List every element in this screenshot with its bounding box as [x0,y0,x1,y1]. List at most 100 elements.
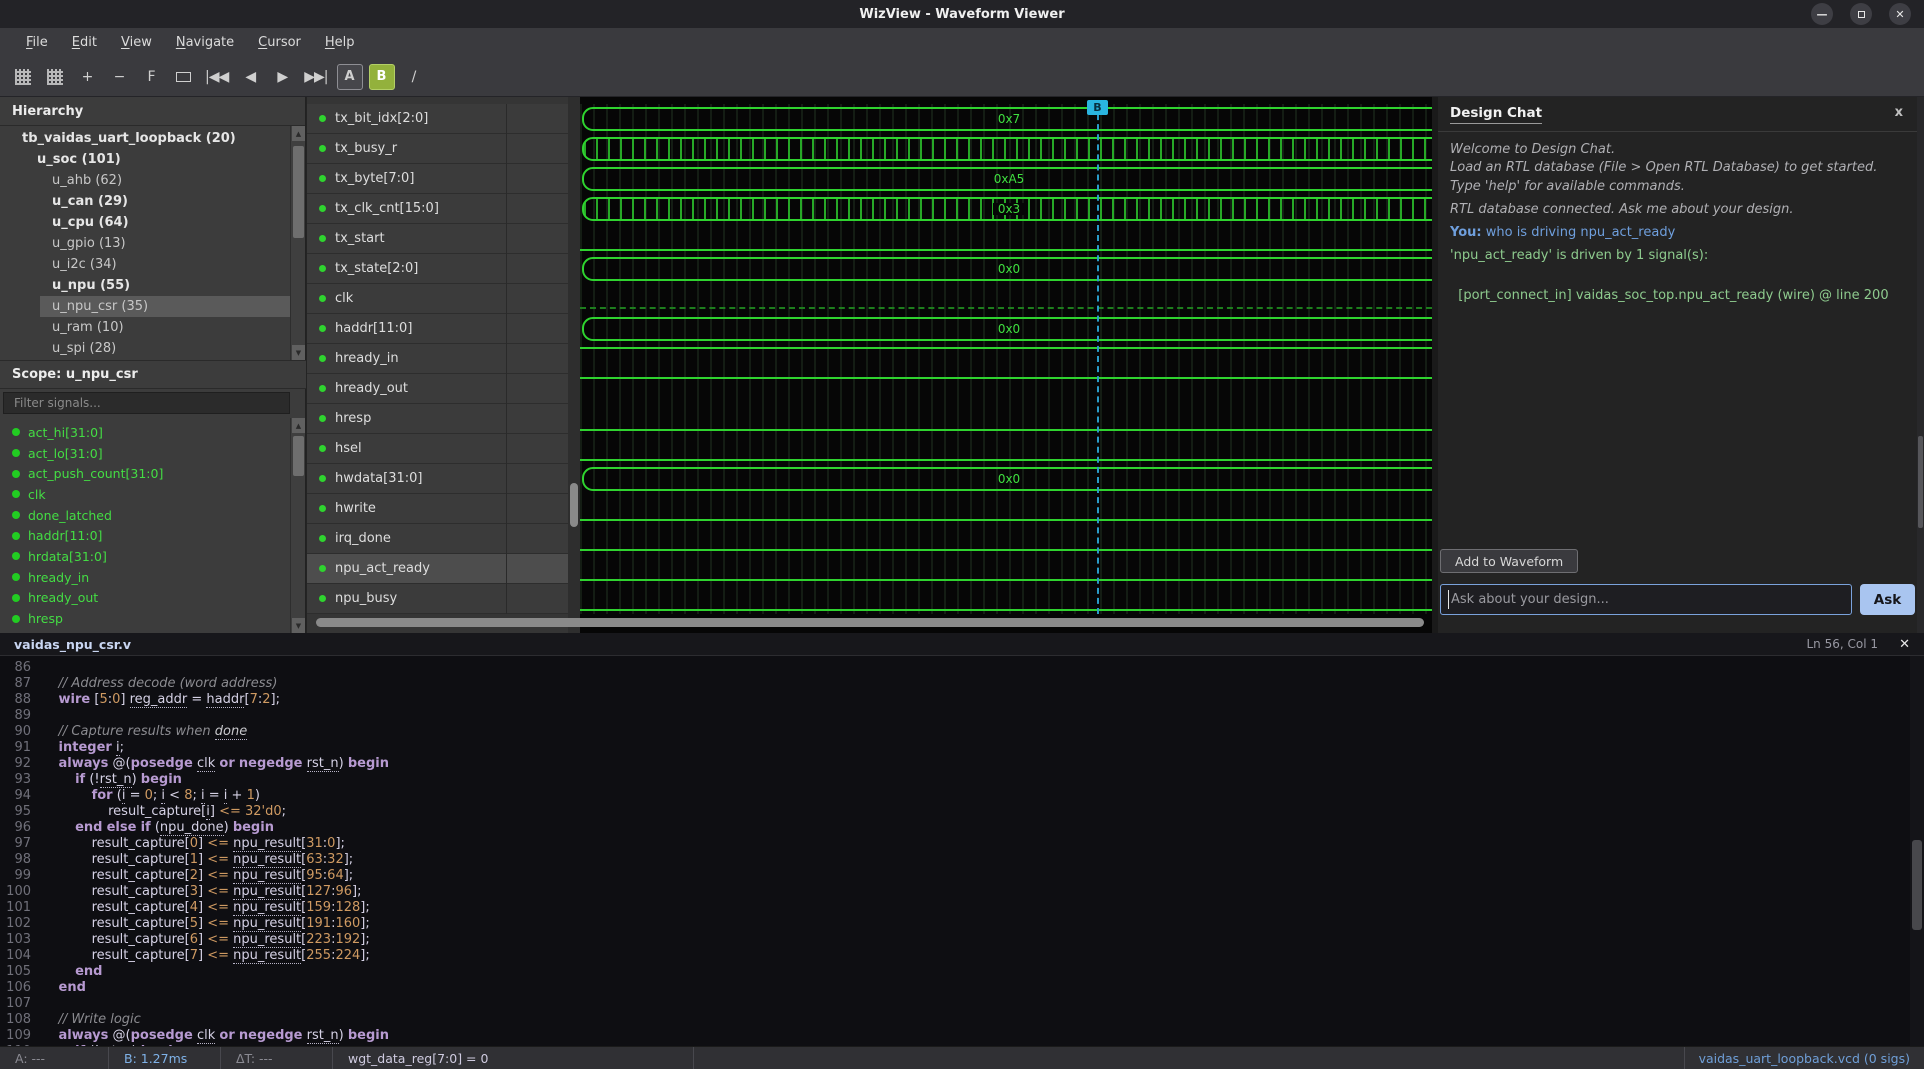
tree-item-u_soc[interactable]: u_soc (101) [0,149,290,170]
zoom-out-icon[interactable]: − [106,64,132,90]
next-edge-icon[interactable]: ▶ [269,64,295,90]
wave-name-row-hresp[interactable]: hresp [307,404,569,434]
wave-name-row-tx_byte[interactable]: tx_byte[7:0] [307,164,569,194]
wave-row-hsel[interactable] [580,434,1432,464]
wave-name-row-clk[interactable]: clk [307,284,569,314]
signal-item-act_push_count[interactable]: act_push_count[31:0] [0,463,290,484]
signal-item-act_lo[interactable]: act_lo[31:0] [0,443,290,464]
wave-row-tx_clk_cnt[interactable]: 0x3 [580,194,1432,224]
wave-row-tx_byte[interactable]: 0xA5 [580,164,1432,194]
zoom-in-icon[interactable]: + [74,64,100,90]
signal-item-hrdata[interactable]: hrdata[31:0] [0,546,290,567]
tree-item-u_can[interactable]: u_can (29) [0,191,290,212]
cursor-b-marker[interactable]: B [1087,100,1108,115]
signal-item-clk[interactable]: clk [0,484,290,505]
filter-signals-input[interactable] [3,392,290,414]
marker-a-button[interactable]: A [337,64,363,90]
slash-icon[interactable]: / [401,64,427,90]
hierarchy-scrollbar[interactable]: ▲ ▼ [290,126,305,360]
scrollbar-thumb[interactable] [570,483,578,527]
marker-b-button[interactable]: B [369,64,395,90]
minimize-button[interactable]: — [1811,3,1833,25]
prev-edge-icon[interactable]: ◀ [237,64,263,90]
cursor-b-line[interactable] [1097,104,1099,614]
editor-scrollbar[interactable] [1910,656,1924,1046]
signal-item-hready_in[interactable]: hready_in [0,567,290,588]
scroll-up-icon[interactable]: ▲ [292,126,305,141]
signal-item-done_latched[interactable]: done_latched [0,505,290,526]
chat-input[interactable] [1440,584,1852,615]
wave-row-hready_in[interactable] [580,344,1432,374]
wave-row-irq_done[interactable] [580,524,1432,554]
jump-end-icon[interactable]: ▶▶| [301,64,330,90]
menu-file[interactable]: File [14,31,60,54]
wave-name-row-tx_state[interactable]: tx_state[2:0] [307,254,569,284]
tree-item-u_cpu[interactable]: u_cpu (64) [0,212,290,233]
menu-navigate[interactable]: Navigate [164,31,246,54]
scrollbar-thumb[interactable] [293,146,304,238]
wave-name-row-hwrite[interactable]: hwrite [307,494,569,524]
wave-name-row-haddr[interactable]: haddr[11:0] [307,314,569,344]
wave-name-row-tx_bit_idx[interactable]: tx_bit_idx[2:0] [307,104,569,134]
wave-row-tx_start[interactable] [580,224,1432,254]
scrollbar-thumb[interactable] [1912,840,1922,930]
menu-cursor[interactable]: Cursor [246,31,313,54]
tree-item-u_ram[interactable]: u_ram (10) [0,317,290,338]
signal-item-act_hi[interactable]: act_hi[31:0] [0,422,290,443]
close-button[interactable]: ✕ [1889,3,1911,25]
wave-row-hwrite[interactable] [580,494,1432,524]
tree-item-u_gpio[interactable]: u_gpio (13) [0,233,290,254]
tree-item-u_spi[interactable]: u_spi (28) [0,338,290,359]
wave-horizontal-scrollbar[interactable] [306,617,1432,628]
zoom-fit-icon[interactable]: F [138,64,164,90]
wave-name-row-tx_busy_r[interactable]: tx_busy_r [307,134,569,164]
signal-item-hresp[interactable]: hresp [0,608,290,629]
pattern-sparse-icon[interactable] [42,64,68,90]
tree-item-u_i2c[interactable]: u_i2c (34) [0,254,290,275]
chat-close-icon[interactable]: x [1895,105,1903,120]
right-scrollbar[interactable] [1917,97,1924,633]
wave-row-tx_bit_idx[interactable]: 0x7 [580,104,1432,134]
wave-name-row-tx_clk_cnt[interactable]: tx_clk_cnt[15:0] [307,194,569,224]
wave-name-row-npu_busy[interactable]: npu_busy [307,584,569,614]
scrollbar-thumb[interactable] [1918,436,1923,528]
wave-row-hwdata[interactable]: 0x0 [580,464,1432,494]
maximize-button[interactable] [1850,3,1872,25]
wave-vertical-scrollbar[interactable] [568,97,580,633]
wave-row-npu_busy[interactable] [580,584,1432,614]
scroll-up-icon[interactable]: ▲ [292,418,305,433]
wave-name-row-hready_in[interactable]: hready_in [307,344,569,374]
zoom-window-icon[interactable] [170,64,196,90]
scroll-down-icon[interactable]: ▼ [292,345,305,360]
wave-row-tx_state[interactable]: 0x0 [580,254,1432,284]
wave-name-row-npu_act_ready[interactable]: npu_act_ready [307,554,569,584]
tree-item-u_npu[interactable]: u_npu (55) [0,275,290,296]
scrollbar-thumb[interactable] [316,618,1424,627]
add-to-waveform-button[interactable]: Add to Waveform [1440,549,1578,573]
signal-item-hready_out[interactable]: hready_out [0,588,290,609]
editor-close-icon[interactable]: ✕ [1899,637,1910,652]
wave-name-row-hsel[interactable]: hsel [307,434,569,464]
ask-button[interactable]: Ask [1860,584,1915,615]
wave-name-row-hready_out[interactable]: hready_out [307,374,569,404]
signal-item-haddr[interactable]: haddr[11:0] [0,525,290,546]
wave-row-npu_act_ready[interactable] [580,554,1432,584]
wave-row-hready_out[interactable] [580,374,1432,404]
menu-view[interactable]: View [109,31,164,54]
wave-row-haddr[interactable]: 0x0 [580,314,1432,344]
tree-item-tb_vaidas_uart_loopback[interactable]: tb_vaidas_uart_loopback (20) [0,128,290,149]
menu-help[interactable]: Help [313,31,367,54]
jump-start-icon[interactable]: |◀◀ [202,64,231,90]
tree-item-u_ahb[interactable]: u_ahb (62) [0,170,290,191]
signals-scrollbar[interactable]: ▲ ▼ [290,418,305,633]
wave-name-row-tx_start[interactable]: tx_start [307,224,569,254]
scrollbar-thumb[interactable] [293,436,304,476]
wave-row-hresp[interactable] [580,404,1432,434]
wave-name-row-irq_done[interactable]: irq_done [307,524,569,554]
scroll-down-icon[interactable]: ▼ [292,618,305,633]
wave-name-row-hwdata[interactable]: hwdata[31:0] [307,464,569,494]
pattern-dense-icon[interactable] [10,64,36,90]
wave-row-tx_busy_r[interactable] [580,134,1432,164]
tree-item-u_npu_csr[interactable]: u_npu_csr (35) [0,296,290,317]
menu-edit[interactable]: Edit [60,31,109,54]
